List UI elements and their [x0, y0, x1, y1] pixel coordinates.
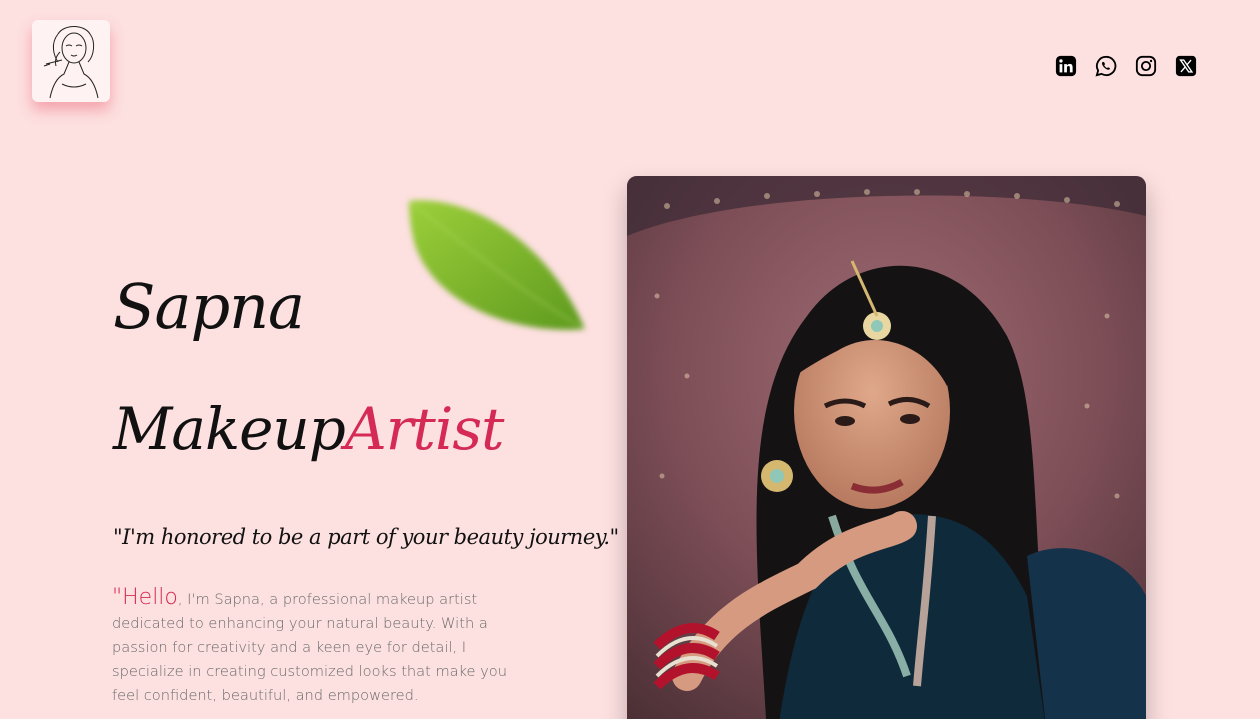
title-main: Makeup [113, 395, 346, 463]
linkedin-link[interactable] [1055, 55, 1077, 79]
makeup-artist-sketch-icon [43, 26, 99, 99]
linkedin-icon [1055, 55, 1077, 77]
hero-quote: "I'm honored to be a part of your beauty… [113, 525, 619, 549]
leaf-decoration [408, 200, 586, 330]
x-twitter-icon [1175, 55, 1197, 77]
bio-hello: "Hello [112, 585, 178, 610]
hero-title: MakeupArtist [113, 395, 505, 463]
social-links [1055, 55, 1197, 79]
whatsapp-icon [1095, 55, 1117, 77]
bio-paragraph: "Hello, I'm Sapna, a professional makeup… [112, 586, 522, 708]
portrait-photo [627, 176, 1146, 719]
logo[interactable] [32, 20, 110, 102]
instagram-link[interactable] [1135, 55, 1157, 79]
artist-name: Sapna [113, 270, 305, 343]
x-link[interactable] [1175, 55, 1197, 79]
title-accent: Artist [344, 395, 505, 463]
instagram-icon [1135, 55, 1157, 77]
whatsapp-link[interactable] [1095, 55, 1117, 79]
bride-portrait-image [627, 176, 1146, 719]
